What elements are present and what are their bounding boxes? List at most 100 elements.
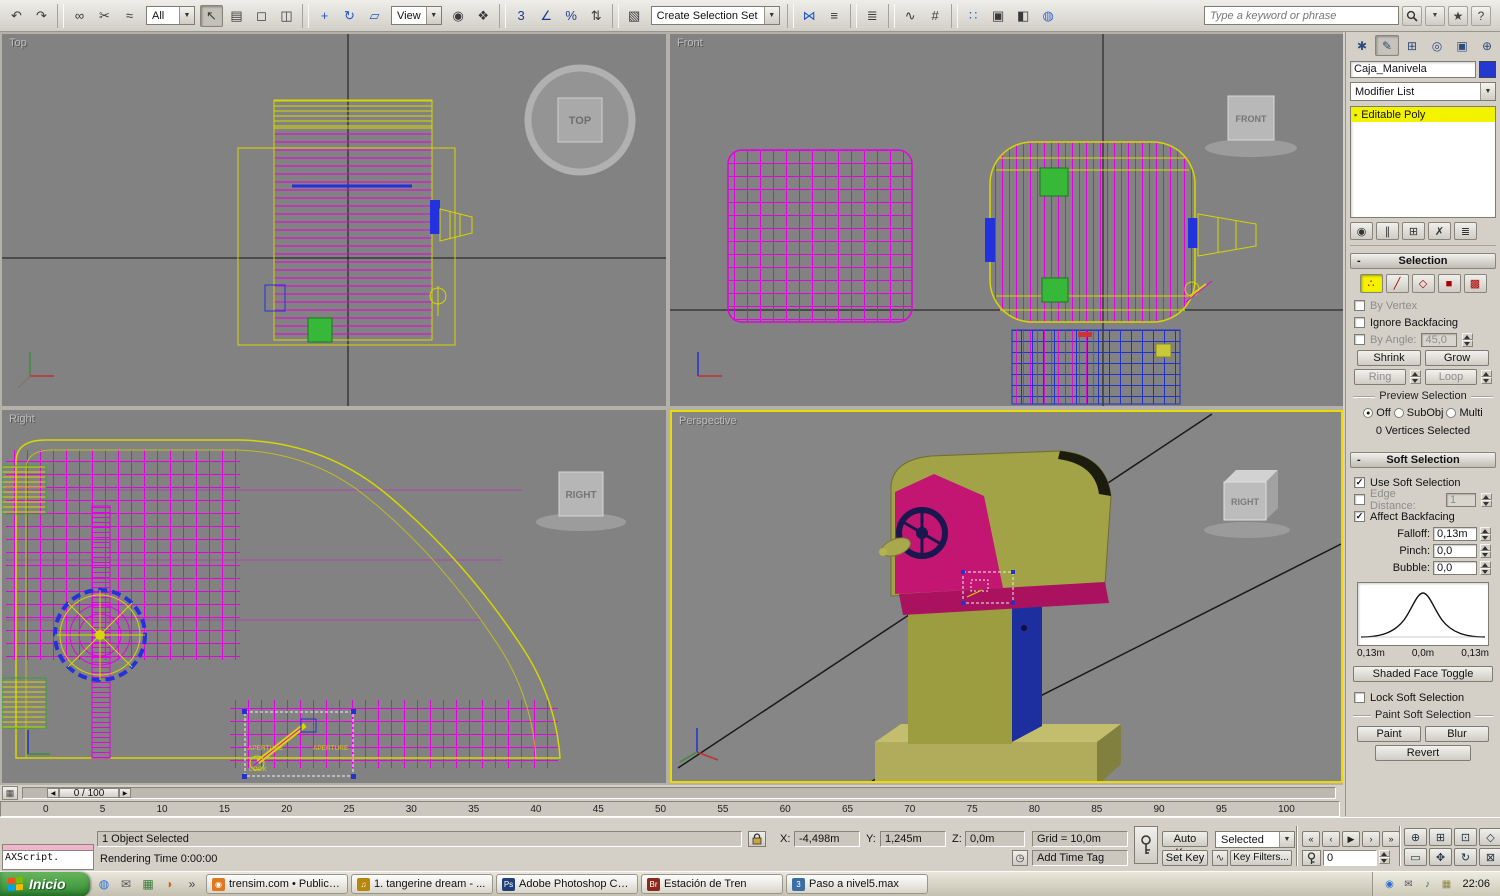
- loop-button[interactable]: Loop: [1425, 369, 1477, 385]
- window-crossing-icon[interactable]: ◫: [275, 5, 298, 27]
- mirror-icon[interactable]: ⋈: [798, 5, 821, 27]
- taskbar-window-button[interactable]: 3Paso a nivel5.max: [786, 874, 928, 894]
- remove-modifier-icon[interactable]: ✗: [1428, 222, 1451, 240]
- by-angle-field[interactable]: 45,0: [1421, 333, 1457, 347]
- render-scene-icon[interactable]: ▣: [987, 5, 1010, 27]
- search-input[interactable]: [1204, 6, 1399, 25]
- lock-soft-selection-checkbox[interactable]: [1354, 692, 1365, 703]
- add-time-tag-field[interactable]: Add Time Tag: [1032, 850, 1128, 866]
- pan-icon[interactable]: ✥: [1429, 848, 1452, 866]
- tab-utilities[interactable]: ⊕: [1475, 35, 1499, 56]
- frame-spinner[interactable]: [1379, 850, 1390, 864]
- use-soft-selection-checkbox[interactable]: ✓: [1354, 477, 1365, 488]
- key-filters-button[interactable]: Key Filters...: [1230, 850, 1292, 866]
- modifier-stack-row[interactable]: ▪ Editable Poly: [1351, 107, 1495, 122]
- select-and-link-icon[interactable]: ∞: [68, 5, 91, 27]
- preview-subobj-radio[interactable]: [1394, 408, 1404, 418]
- viewport-perspective-label[interactable]: Perspective: [679, 415, 736, 427]
- select-object-icon[interactable]: ↖: [200, 5, 223, 27]
- chevron-down-icon[interactable]: ▼: [764, 7, 779, 24]
- favorites-star-icon[interactable]: ★: [1448, 6, 1468, 26]
- snap-toggle-3d-icon[interactable]: 3: [510, 5, 533, 27]
- tab-hierarchy[interactable]: ⊞: [1400, 35, 1424, 56]
- next-frame-arrow-icon[interactable]: ▶: [119, 788, 131, 798]
- taskbar-window-button[interactable]: ♫1. tangerine dream - ...: [351, 874, 493, 894]
- percent-snap-icon[interactable]: %: [560, 5, 583, 27]
- chevron-down-icon[interactable]: ▼: [179, 7, 194, 24]
- pinch-spinner[interactable]: [1480, 544, 1491, 558]
- zoom-icon[interactable]: ⊕: [1404, 828, 1427, 846]
- front-viewcube-gizmo[interactable]: FRONT: [1205, 96, 1297, 157]
- bubble-field[interactable]: 0,0: [1433, 561, 1477, 575]
- grow-button[interactable]: Grow: [1425, 350, 1489, 366]
- unlink-selection-icon[interactable]: ✂: [93, 5, 116, 27]
- pinch-field[interactable]: 0,0: [1433, 544, 1477, 558]
- viewport-top-label[interactable]: Top: [9, 37, 27, 49]
- zoom-extents-icon[interactable]: ⊡: [1454, 828, 1477, 846]
- z-coordinate-field[interactable]: 0,0m: [965, 831, 1025, 847]
- falloff-spinner[interactable]: [1480, 527, 1491, 541]
- viewport-top[interactable]: Top: [2, 34, 666, 406]
- set-key-mode-icon[interactable]: [1134, 826, 1158, 864]
- rectangular-selection-region-icon[interactable]: ◻: [250, 5, 273, 27]
- tray-icon-2[interactable]: ✉: [1400, 876, 1416, 892]
- selection-lock-toggle[interactable]: [748, 831, 766, 847]
- select-and-manipulate-icon[interactable]: ❖: [472, 5, 495, 27]
- open-mini-curve-editor-button[interactable]: ▦: [2, 786, 18, 800]
- redo-icon[interactable]: ↷: [30, 5, 53, 27]
- tray-icon-1[interactable]: ◉: [1381, 876, 1397, 892]
- ring-spinner[interactable]: [1410, 370, 1421, 384]
- quick-launch-overflow-icon[interactable]: »: [182, 874, 202, 894]
- shaded-face-toggle-button[interactable]: Shaded Face Toggle: [1353, 666, 1493, 682]
- render-type-icon[interactable]: ◧: [1012, 5, 1035, 27]
- revert-button[interactable]: Revert: [1375, 745, 1471, 761]
- tab-display[interactable]: ▣: [1450, 35, 1474, 56]
- collapse-icon[interactable]: -: [1357, 254, 1361, 269]
- tab-motion[interactable]: ◎: [1425, 35, 1449, 56]
- viewport-front[interactable]: Front: [670, 34, 1343, 406]
- key-filters-curve-icon[interactable]: ∿: [1212, 850, 1228, 866]
- ignore-backfacing-checkbox[interactable]: [1354, 317, 1365, 328]
- next-frame-icon[interactable]: ›: [1362, 831, 1380, 847]
- edge-distance-checkbox[interactable]: [1354, 494, 1365, 505]
- previous-frame-icon[interactable]: ‹: [1322, 831, 1340, 847]
- quick-launch-mail-icon[interactable]: ✉: [116, 874, 136, 894]
- configure-modifier-sets-icon[interactable]: ≣: [1454, 222, 1477, 240]
- taskbar-window-button[interactable]: PsAdobe Photoshop CS...: [496, 874, 638, 894]
- zoom-region-icon[interactable]: ▭: [1404, 848, 1427, 866]
- top-viewcube-gizmo[interactable]: TOP: [528, 68, 632, 172]
- affect-backfacing-checkbox[interactable]: ✓: [1354, 511, 1365, 522]
- edit-named-selection-sets-icon[interactable]: ▧: [623, 5, 646, 27]
- maxscript-listener-line[interactable]: AXScript.: [2, 851, 94, 870]
- set-key-button[interactable]: Set Key: [1162, 850, 1208, 866]
- object-name-field[interactable]: Caja_Manivela: [1350, 61, 1476, 78]
- tray-icon-3[interactable]: ♪: [1419, 876, 1435, 892]
- go-to-start-icon[interactable]: «: [1302, 831, 1320, 847]
- arc-rotate-icon[interactable]: ↻: [1454, 848, 1477, 866]
- select-and-scale-icon[interactable]: ▱: [363, 5, 386, 27]
- x-coordinate-field[interactable]: -4,498m: [794, 831, 860, 847]
- go-to-end-icon[interactable]: »: [1382, 831, 1400, 847]
- layer-manager-icon[interactable]: ≣: [861, 5, 884, 27]
- select-and-rotate-icon[interactable]: ↻: [338, 5, 361, 27]
- taskbar-window-button[interactable]: ◉trensim.com • Publica...: [206, 874, 348, 894]
- collapse-icon[interactable]: -: [1357, 453, 1361, 468]
- auto-key-button[interactable]: Auto Key: [1162, 831, 1208, 847]
- tab-create[interactable]: ✱: [1350, 35, 1374, 56]
- time-slider-handle[interactable]: ◀ 0 / 100 ▶: [47, 788, 131, 798]
- maximize-viewport-toggle-icon[interactable]: ⊠: [1479, 848, 1500, 866]
- pin-stack-icon[interactable]: ◉: [1350, 222, 1373, 240]
- edge-mode-icon[interactable]: ╱: [1386, 274, 1409, 293]
- chevron-down-icon[interactable]: ▼: [426, 7, 441, 24]
- blur-button[interactable]: Blur: [1425, 726, 1489, 742]
- object-color-swatch[interactable]: [1479, 61, 1496, 78]
- bubble-spinner[interactable]: [1480, 561, 1491, 575]
- curve-editor-icon[interactable]: ∿: [899, 5, 922, 27]
- zoom-extents-all-icon[interactable]: ◇: [1479, 828, 1500, 846]
- use-pivot-point-center-icon[interactable]: ◉: [447, 5, 470, 27]
- y-coordinate-field[interactable]: 1,245m: [880, 831, 946, 847]
- material-editor-icon[interactable]: ∷: [962, 5, 985, 27]
- viewport-right-label[interactable]: Right: [9, 413, 35, 425]
- schematic-view-icon[interactable]: #: [924, 5, 947, 27]
- select-and-move-icon[interactable]: +: [313, 5, 336, 27]
